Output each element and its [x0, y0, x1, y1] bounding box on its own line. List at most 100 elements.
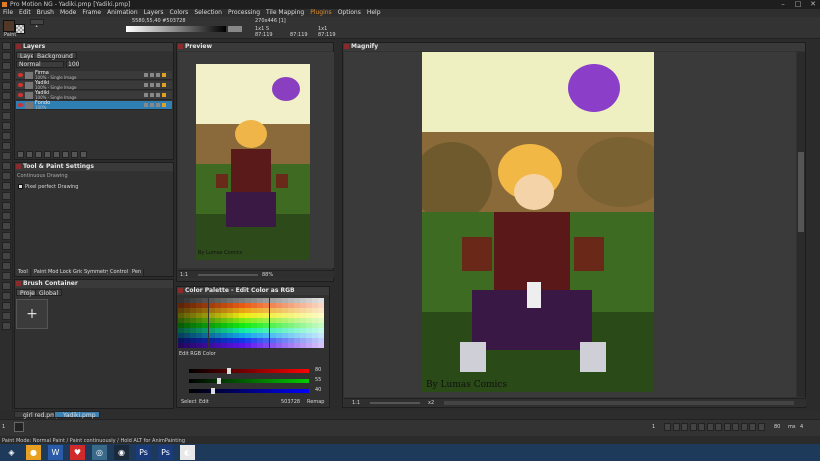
promotion-icon[interactable]: ◐: [180, 445, 195, 460]
tool-hand-icon[interactable]: [2, 302, 11, 310]
palette-swatch[interactable]: [184, 343, 191, 348]
panel-close-icon[interactable]: [178, 44, 183, 49]
blend-mode-select[interactable]: Normal: [16, 61, 64, 68]
layer-lock-icon[interactable]: [144, 73, 148, 77]
layer-color-icon[interactable]: [162, 103, 166, 107]
tool-line-icon[interactable]: [2, 62, 11, 70]
brush-preview[interactable]: [30, 19, 44, 25]
tool-mirror-icon[interactable]: [2, 232, 11, 240]
close-button[interactable]: ✕: [806, 0, 820, 9]
palette-swatch[interactable]: [232, 343, 239, 348]
green-slider-handle[interactable]: [217, 378, 221, 384]
preview-zoom-slider[interactable]: [198, 274, 258, 276]
heart-icon[interactable]: ♥: [70, 445, 85, 460]
opacity-field[interactable]: 100: [66, 61, 80, 68]
green-slider[interactable]: [189, 379, 309, 383]
tool-dither-icon[interactable]: [2, 262, 11, 270]
visibility-eye-icon[interactable]: [18, 73, 23, 77]
magnify-vscrollbar[interactable]: [797, 52, 805, 397]
menu-layers[interactable]: Layers: [141, 9, 167, 17]
tool-brush-icon[interactable]: [2, 222, 11, 230]
layer-row[interactable]: Yadiki 100% - Single Image: [16, 81, 172, 90]
tool-move-icon[interactable]: [2, 172, 11, 180]
tool-shade-icon[interactable]: [2, 242, 11, 250]
tool-circle-icon[interactable]: [2, 82, 11, 90]
tool-curve-icon[interactable]: [2, 132, 11, 140]
panel-close-icon[interactable]: [16, 281, 21, 286]
palette-swatch[interactable]: [287, 343, 294, 348]
menu-plugins[interactable]: Plugins: [307, 9, 335, 17]
first-frame-icon[interactable]: [664, 423, 671, 431]
tool-select-icon[interactable]: [2, 112, 11, 120]
tool-zoom-icon[interactable]: [2, 162, 11, 170]
tool-grid-icon[interactable]: [2, 182, 11, 190]
delete-frame-icon[interactable]: [723, 423, 731, 431]
copy-frame-icon[interactable]: [732, 423, 739, 431]
palette-swatch[interactable]: [214, 343, 221, 348]
duplicate-layer-icon[interactable]: [26, 151, 33, 158]
blue-slider-handle[interactable]: [211, 388, 215, 394]
onion-skin-icon[interactable]: [749, 423, 756, 431]
steam-icon[interactable]: ◉: [114, 445, 129, 460]
layer-color-icon[interactable]: [162, 93, 166, 97]
new-layer-icon[interactable]: [17, 151, 24, 158]
menu-file[interactable]: File: [0, 9, 16, 17]
palette-swatch[interactable]: [269, 343, 276, 348]
palette-grid[interactable]: [178, 298, 326, 348]
menu-tile-mapping[interactable]: Tile Mapping: [263, 9, 307, 17]
visibility-eye-icon[interactable]: [18, 93, 23, 97]
palette-swatch[interactable]: [208, 343, 215, 348]
palette-swatch[interactable]: [226, 343, 233, 348]
menu-options[interactable]: Options: [335, 9, 364, 17]
delete-layer-icon[interactable]: [53, 151, 60, 158]
magnify-zoom-slider[interactable]: [370, 402, 420, 404]
palette-swatch[interactable]: [220, 343, 227, 348]
layer-lock-icon[interactable]: [144, 83, 148, 87]
menu-help[interactable]: Help: [364, 9, 384, 17]
remap-button[interactable]: Remap: [307, 399, 324, 405]
panel-close-icon[interactable]: [16, 164, 21, 169]
layer-alpha-icon[interactable]: [150, 103, 154, 107]
palette-swatch[interactable]: [263, 343, 270, 348]
loop-icon[interactable]: [706, 423, 714, 431]
tool-picker-icon[interactable]: [2, 102, 11, 110]
magnify-canvas[interactable]: By Lumas Comics: [344, 52, 796, 397]
app-icon[interactable]: ◎: [92, 445, 107, 460]
layer-alpha-icon[interactable]: [150, 73, 154, 77]
menu-edit[interactable]: Edit: [16, 9, 34, 17]
add-brush-button[interactable]: +: [16, 299, 48, 329]
palette-swatch[interactable]: [239, 343, 245, 348]
subtab-control[interactable]: Control: [108, 269, 132, 276]
panel-close-icon[interactable]: [178, 288, 183, 293]
menu-selection[interactable]: Selection: [191, 9, 225, 17]
layer-lock-icon[interactable]: [144, 103, 148, 107]
palette-swatch[interactable]: [293, 343, 300, 348]
palette-swatch[interactable]: [300, 343, 306, 348]
blue-slider[interactable]: [189, 389, 309, 393]
tool-fill-icon[interactable]: [2, 92, 11, 100]
red-slider[interactable]: [189, 369, 309, 373]
palette-swatch[interactable]: [196, 343, 203, 348]
tool-lasso-icon[interactable]: [2, 312, 11, 320]
layer-link-icon[interactable]: [156, 83, 160, 87]
palette-swatch[interactable]: [306, 343, 313, 348]
tool-cycle-icon[interactable]: [2, 202, 11, 210]
frame-thumb[interactable]: [14, 422, 24, 432]
palette-swatch[interactable]: [190, 343, 197, 348]
tool-freehand-icon[interactable]: [2, 42, 11, 50]
palette-swatch[interactable]: [202, 343, 209, 348]
palette-swatch[interactable]: [312, 343, 319, 348]
start-icon[interactable]: ◈: [4, 445, 19, 460]
tool-eraser-icon[interactable]: [2, 152, 11, 160]
primary-color-swatch[interactable]: [3, 20, 15, 32]
layer-settings-icon[interactable]: [80, 151, 87, 158]
layer-up-icon[interactable]: [62, 151, 69, 158]
panel-close-icon[interactable]: [16, 44, 21, 49]
visibility-eye-icon[interactable]: [18, 103, 23, 107]
doc-tab-yadiki[interactable]: Yadiki.pmp: [54, 411, 100, 419]
secondary-color-swatch[interactable]: [15, 24, 25, 34]
palette-swatch[interactable]: [245, 343, 252, 348]
tool-smudge-icon[interactable]: [2, 252, 11, 260]
visibility-eye-icon[interactable]: [18, 83, 23, 87]
layer-alpha-icon[interactable]: [150, 93, 154, 97]
